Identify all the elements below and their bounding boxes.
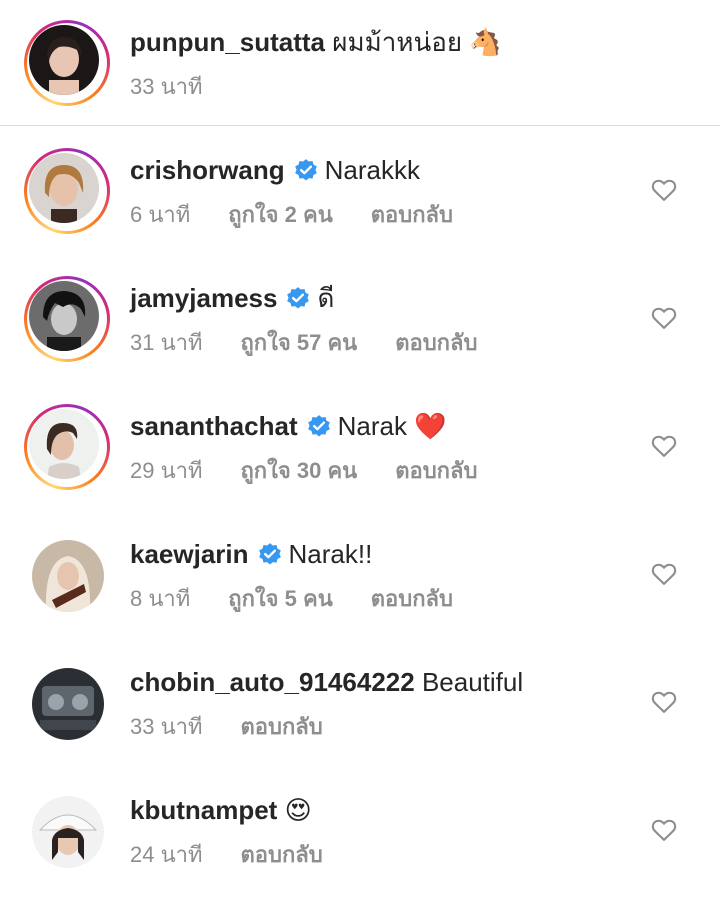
verified-badge-icon: [307, 415, 330, 437]
avatar: [32, 668, 104, 740]
comment-text: ดี: [317, 283, 335, 313]
avatar: [29, 25, 99, 95]
timestamp: 33 นาที: [130, 714, 203, 739]
like-button[interactable]: [650, 304, 678, 332]
heart-outline-icon: [651, 307, 677, 329]
caption-row: punpun_sutatta ผมม้าหน่อย 🐴 33 นาที: [0, 0, 720, 128]
comment-text: Beautiful: [421, 667, 524, 697]
avatar: [32, 796, 104, 868]
comment-text: ผมม้าหน่อย: [332, 27, 463, 57]
caption-avatar-ring[interactable]: [24, 20, 110, 106]
username[interactable]: kbutnampet: [130, 795, 277, 825]
avatar: [29, 409, 99, 479]
reply-button[interactable]: ตอบกลับ: [395, 330, 477, 355]
avatar: [29, 281, 99, 351]
reply-button[interactable]: ตอบกลับ: [371, 586, 453, 611]
verified-badge-icon: [258, 543, 281, 565]
reply-button[interactable]: ตอบกลับ: [240, 842, 322, 867]
verified-badge-icon: [287, 287, 310, 309]
like-button[interactable]: [650, 560, 678, 588]
likes-count[interactable]: ถูกใจ 57 คน: [240, 330, 357, 355]
timestamp: 29 นาที: [130, 458, 203, 483]
reply-button[interactable]: ตอบกลับ: [395, 458, 477, 483]
reply-button[interactable]: ตอบกลับ: [240, 714, 322, 739]
username[interactable]: kaewjarin: [130, 539, 249, 569]
avatar-ring[interactable]: [24, 660, 110, 746]
heart-outline-icon: [651, 179, 677, 201]
horse-emoji: 🐴: [469, 27, 502, 57]
heart-outline-icon: [651, 563, 677, 585]
timestamp: 8 นาที: [130, 586, 191, 611]
username[interactable]: crishorwang: [130, 155, 285, 185]
timestamp: 24 นาที: [130, 842, 203, 867]
like-button[interactable]: [650, 688, 678, 716]
like-button[interactable]: [650, 816, 678, 844]
red-heart-emoji: ❤️: [414, 411, 447, 441]
likes-count[interactable]: ถูกใจ 30 คน: [240, 458, 357, 483]
comment-text: Narak: [337, 411, 407, 441]
avatar-ring[interactable]: [24, 148, 110, 234]
caption-divider: [0, 125, 720, 126]
reply-button[interactable]: ตอบกลับ: [371, 202, 453, 227]
likes-count[interactable]: ถูกใจ 5 คน: [228, 586, 333, 611]
comment-row: kaewjarin Narak!! 8 นาที ถูกใจ 5 คน ตอบกลับ: [0, 532, 720, 660]
avatar-ring[interactable]: [24, 532, 110, 618]
comment-text: Narak!!: [288, 539, 373, 569]
username[interactable]: sananthachat: [130, 411, 298, 441]
heart-eyes-emoji: 😍: [284, 795, 312, 825]
comment-row: crishorwang Narakkk 6 นาที ถูกใจ 2 คน ตอบกล…: [0, 148, 720, 276]
likes-count[interactable]: ถูกใจ 2 คน: [228, 202, 333, 227]
avatar: [32, 540, 104, 612]
like-button[interactable]: [650, 432, 678, 460]
username[interactable]: punpun_sutatta: [130, 27, 325, 57]
comment-row: jamyjamess ดี 31 นาที ถูกใจ 57 คน ตอบกลับ: [0, 276, 720, 404]
username[interactable]: jamyjamess: [130, 283, 277, 313]
timestamp: 6 นาที: [130, 202, 191, 227]
comment-row: kbutnampet 😍 24 นาที ตอบกลับ: [0, 788, 720, 916]
avatar-ring[interactable]: [24, 404, 110, 490]
heart-outline-icon: [651, 819, 677, 841]
comment-row: chobin_auto_91464222 Beautiful 33 นาที ตอ…: [0, 660, 720, 788]
heart-outline-icon: [651, 435, 677, 457]
comment-row: sananthachat Narak ❤️ 29 นาที ถูกใจ 30 คน ต…: [0, 404, 720, 532]
like-button[interactable]: [650, 176, 678, 204]
username[interactable]: chobin_auto_91464222: [130, 667, 415, 697]
timestamp: 33 นาที: [130, 74, 203, 99]
timestamp: 31 นาที: [130, 330, 203, 355]
verified-badge-icon: [294, 159, 317, 181]
heart-outline-icon: [651, 691, 677, 713]
avatar: [29, 153, 99, 223]
avatar-ring[interactable]: [24, 788, 110, 874]
avatar-ring[interactable]: [24, 276, 110, 362]
comment-text: Narakkk: [324, 155, 420, 185]
